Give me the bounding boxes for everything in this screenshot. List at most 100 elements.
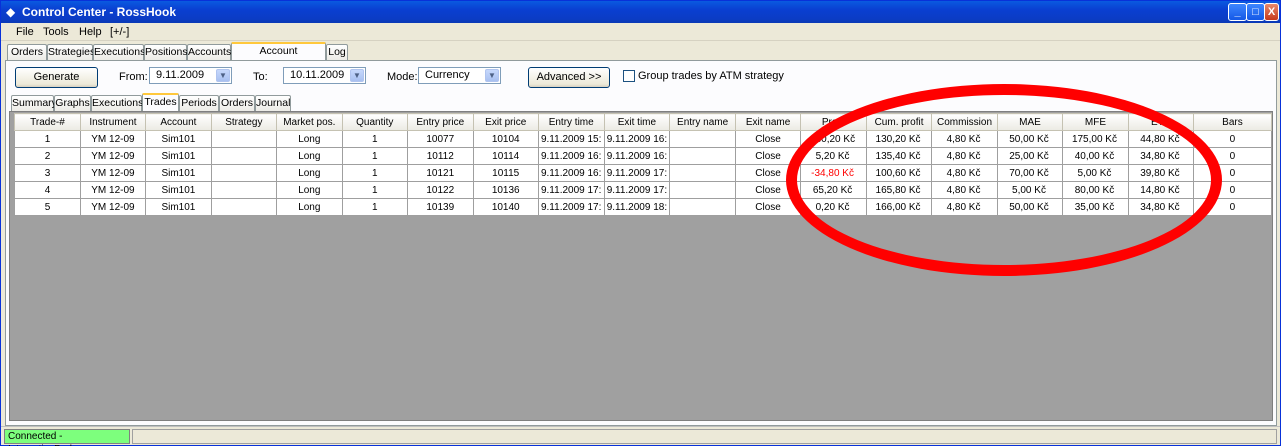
- status-pane-empty: [132, 429, 1277, 444]
- close-button[interactable]: X: [1264, 3, 1279, 21]
- menu-expand[interactable]: [+/-]: [110, 26, 129, 38]
- from-date-picker[interactable]: 9.11.2009 ▼: [149, 67, 232, 84]
- tab-positions[interactable]: Positions: [144, 44, 188, 60]
- table-cell: Sim101: [144, 181, 212, 199]
- table-cell: 175,00 Kč: [1061, 130, 1129, 148]
- column-header[interactable]: Instrument: [79, 113, 146, 131]
- mode-select[interactable]: Currency ▼: [418, 67, 501, 84]
- table-row[interactable]: 5 YM 12-09 Sim101 Long 1 10139 10140 9.11.2009 …: [14, 198, 1273, 216]
- table-cell: 34,80 Kč: [1127, 198, 1194, 216]
- column-header[interactable]: Bars: [1192, 113, 1273, 131]
- column-header[interactable]: Trade-#: [14, 113, 81, 131]
- subtab-graphs[interactable]: Graphs: [54, 95, 91, 111]
- column-header[interactable]: Exit price: [472, 113, 539, 131]
- to-date-picker[interactable]: 10.11.2009 ▼: [283, 67, 366, 84]
- window-title: Control Center - RossHook: [22, 5, 177, 19]
- table-cell: [669, 181, 737, 199]
- table-cell: 5,20 Kč: [800, 147, 868, 165]
- table-cell: 9.11.2009 17:: [537, 198, 605, 216]
- table-cell: 4,80 Kč: [931, 130, 999, 148]
- table-cell: 0: [1192, 164, 1273, 182]
- column-header[interactable]: Quantity: [341, 113, 408, 131]
- column-header[interactable]: Market pos.: [275, 113, 343, 131]
- table-cell: Long: [275, 198, 343, 216]
- column-header[interactable]: Exit name: [735, 113, 802, 131]
- table-cell: 1: [341, 181, 408, 199]
- table-cell: 40,00 Kč: [1061, 147, 1129, 165]
- table-cell: 130,20 Kč: [866, 130, 933, 148]
- table-cell: Close: [735, 147, 802, 165]
- table-cell: 5,00 Kč: [997, 181, 1063, 199]
- subtab-summary[interactable]: Summary: [11, 95, 57, 111]
- table-cell: 4,80 Kč: [931, 198, 999, 216]
- subtab-periods[interactable]: Periods: [179, 95, 219, 111]
- table-cell: 10077: [406, 130, 474, 148]
- table-cell: 0: [1192, 130, 1273, 148]
- table-cell: 10112: [406, 147, 474, 165]
- column-header[interactable]: Strategy: [210, 113, 277, 131]
- minimize-button[interactable]: _: [1228, 3, 1247, 21]
- table-cell: Long: [275, 130, 343, 148]
- tab-log[interactable]: Log: [326, 44, 348, 60]
- menu-tools[interactable]: Tools: [43, 26, 69, 38]
- chevron-down-icon[interactable]: ▼: [485, 69, 499, 82]
- column-header[interactable]: Exit time: [603, 113, 671, 131]
- table-cell: 0: [1192, 181, 1273, 199]
- column-header[interactable]: MAE: [997, 113, 1063, 131]
- column-header[interactable]: ETD: [1127, 113, 1194, 131]
- table-cell: 5: [14, 198, 81, 216]
- table-row[interactable]: 2 YM 12-09 Sim101 Long 1 10112 10114 9.11.2009 …: [14, 147, 1273, 165]
- subtab-trades[interactable]: Trades: [142, 93, 179, 111]
- table-cell: Long: [275, 181, 343, 199]
- menu-help[interactable]: Help: [79, 26, 102, 38]
- advanced-button[interactable]: Advanced >>: [528, 67, 610, 88]
- table-cell: 4: [14, 181, 81, 199]
- table-cell: 10140: [472, 198, 539, 216]
- table-cell: Long: [275, 164, 343, 182]
- tab-account-performance[interactable]: Account Performance: [231, 42, 326, 72]
- tab-executions[interactable]: Executions: [93, 44, 145, 60]
- column-header[interactable]: Commission: [931, 113, 999, 131]
- table-cell: 9.11.2009 17:: [537, 181, 605, 199]
- subtab-journal[interactable]: Journal: [255, 95, 291, 111]
- column-header[interactable]: Profit: [800, 113, 868, 131]
- table-cell: 25,00 Kč: [997, 147, 1063, 165]
- table-cell: 10122: [406, 181, 474, 199]
- table-cell: YM 12-09: [79, 198, 146, 216]
- table-cell: Sim101: [144, 130, 212, 148]
- table-cell: 50,00 Kč: [997, 198, 1063, 216]
- maximize-button[interactable]: □: [1246, 3, 1265, 21]
- column-header[interactable]: Account: [144, 113, 212, 131]
- table-cell: 165,80 Kč: [866, 181, 933, 199]
- tab-accounts[interactable]: Accounts: [187, 44, 231, 60]
- table-cell: 10121: [406, 164, 474, 182]
- main-tabs: Orders Strategies Executions Positions A…: [5, 42, 1277, 72]
- table-row[interactable]: 4 YM 12-09 Sim101 Long 1 10122 10136 9.11.2009 …: [14, 181, 1273, 199]
- table-cell: -34,80 Kč: [800, 164, 868, 182]
- table-row[interactable]: 1 YM 12-09 Sim101 Long 1 10077 10104 9.11.2009 …: [14, 130, 1273, 148]
- generate-button[interactable]: Generate: [15, 67, 98, 88]
- tab-orders[interactable]: Orders: [7, 44, 47, 60]
- chevron-down-icon[interactable]: ▼: [216, 69, 230, 82]
- table-cell: [210, 198, 277, 216]
- from-label: From:: [119, 71, 148, 83]
- mode-value: Currency: [425, 69, 470, 81]
- column-header[interactable]: MFE: [1061, 113, 1129, 131]
- column-header[interactable]: Entry price: [406, 113, 474, 131]
- menu-file[interactable]: File: [16, 26, 34, 38]
- subtab-orders[interactable]: Orders: [219, 95, 255, 111]
- table-cell: 1: [341, 164, 408, 182]
- trades-grid[interactable]: Trade-# Instrument Account Strategy Mark…: [9, 111, 1273, 421]
- group-trades-checkbox[interactable]: [623, 70, 635, 82]
- table-cell: [669, 147, 737, 165]
- column-header[interactable]: Cum. profit: [866, 113, 933, 131]
- column-header[interactable]: Entry name: [669, 113, 737, 131]
- chevron-down-icon[interactable]: ▼: [350, 69, 364, 82]
- table-cell: 1: [341, 198, 408, 216]
- table-cell: 166,00 Kč: [866, 198, 933, 216]
- table-row[interactable]: 3 YM 12-09 Sim101 Long 1 10121 10115 9.11.2009 …: [14, 164, 1273, 182]
- tab-strategies[interactable]: Strategies: [47, 44, 95, 60]
- subtab-executions[interactable]: Executions: [91, 95, 143, 111]
- column-header[interactable]: Entry time: [537, 113, 605, 131]
- table-cell: 34,80 Kč: [1127, 147, 1194, 165]
